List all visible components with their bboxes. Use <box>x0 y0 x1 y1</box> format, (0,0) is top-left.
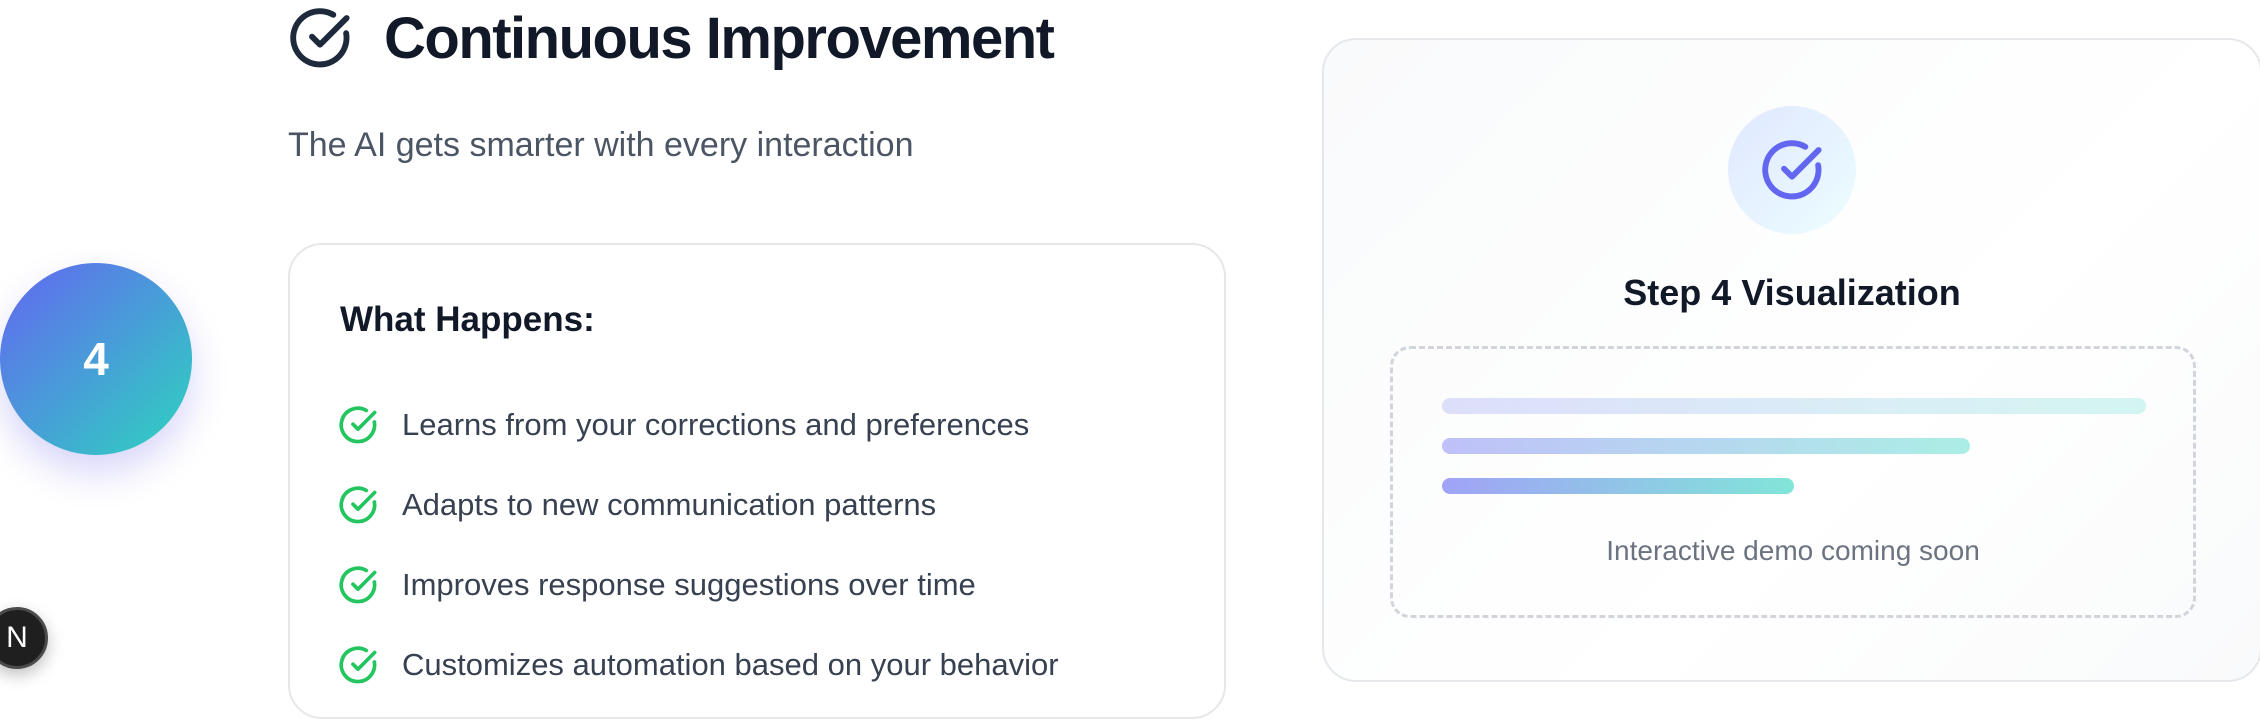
placeholder-bar <box>1442 398 2146 414</box>
check-circle-icon <box>339 566 377 604</box>
list-item: Improves response suggestions over time <box>338 545 1059 625</box>
demo-placeholder: Interactive demo coming soon <box>1390 346 2196 618</box>
list-item-text: Customizes automation based on your beha… <box>402 647 1059 682</box>
dev-tools-button[interactable]: N <box>0 607 48 669</box>
visualization-card: Step 4 Visualization Interactive demo co… <box>1322 38 2260 682</box>
check-circle-icon <box>1762 140 1822 200</box>
check-circle-icon <box>339 406 377 444</box>
list-item-text: Adapts to new communication patterns <box>402 487 937 522</box>
what-happens-card: What Happens: Learns from your correctio… <box>288 243 1226 719</box>
page-subtitle: The AI gets smarter with every interacti… <box>288 126 914 164</box>
list-item: Customizes automation based on your beha… <box>338 625 1059 705</box>
placeholder-bar <box>1442 438 1970 454</box>
check-circle-icon <box>339 646 377 684</box>
list-item: Learns from your corrections and prefere… <box>338 385 1059 465</box>
what-happens-title: What Happens: <box>340 300 595 339</box>
demo-caption: Interactive demo coming soon <box>1606 535 1980 566</box>
step-section: 4 N Continuous Improvement The AI gets s… <box>0 0 2260 720</box>
placeholder-bar <box>1442 478 1794 494</box>
visualization-title: Step 4 Visualization <box>1623 272 1961 313</box>
page-title: Continuous Improvement <box>384 5 1055 71</box>
list-item: Adapts to new communication patterns <box>338 465 1059 545</box>
check-circle-icon <box>288 6 352 70</box>
list-item-text: Learns from your corrections and prefere… <box>402 407 1030 442</box>
step-header: Continuous Improvement <box>288 2 1055 74</box>
list-item-text: Improves response suggestions over time <box>402 567 976 602</box>
check-circle-icon <box>339 486 377 524</box>
visualization-icon-badge <box>1728 106 1856 234</box>
step-number-badge: 4 <box>0 263 192 455</box>
what-happens-list: Learns from your corrections and prefere… <box>338 385 1059 705</box>
dev-tools-label: N <box>6 621 28 654</box>
step-number: 4 <box>83 333 109 385</box>
